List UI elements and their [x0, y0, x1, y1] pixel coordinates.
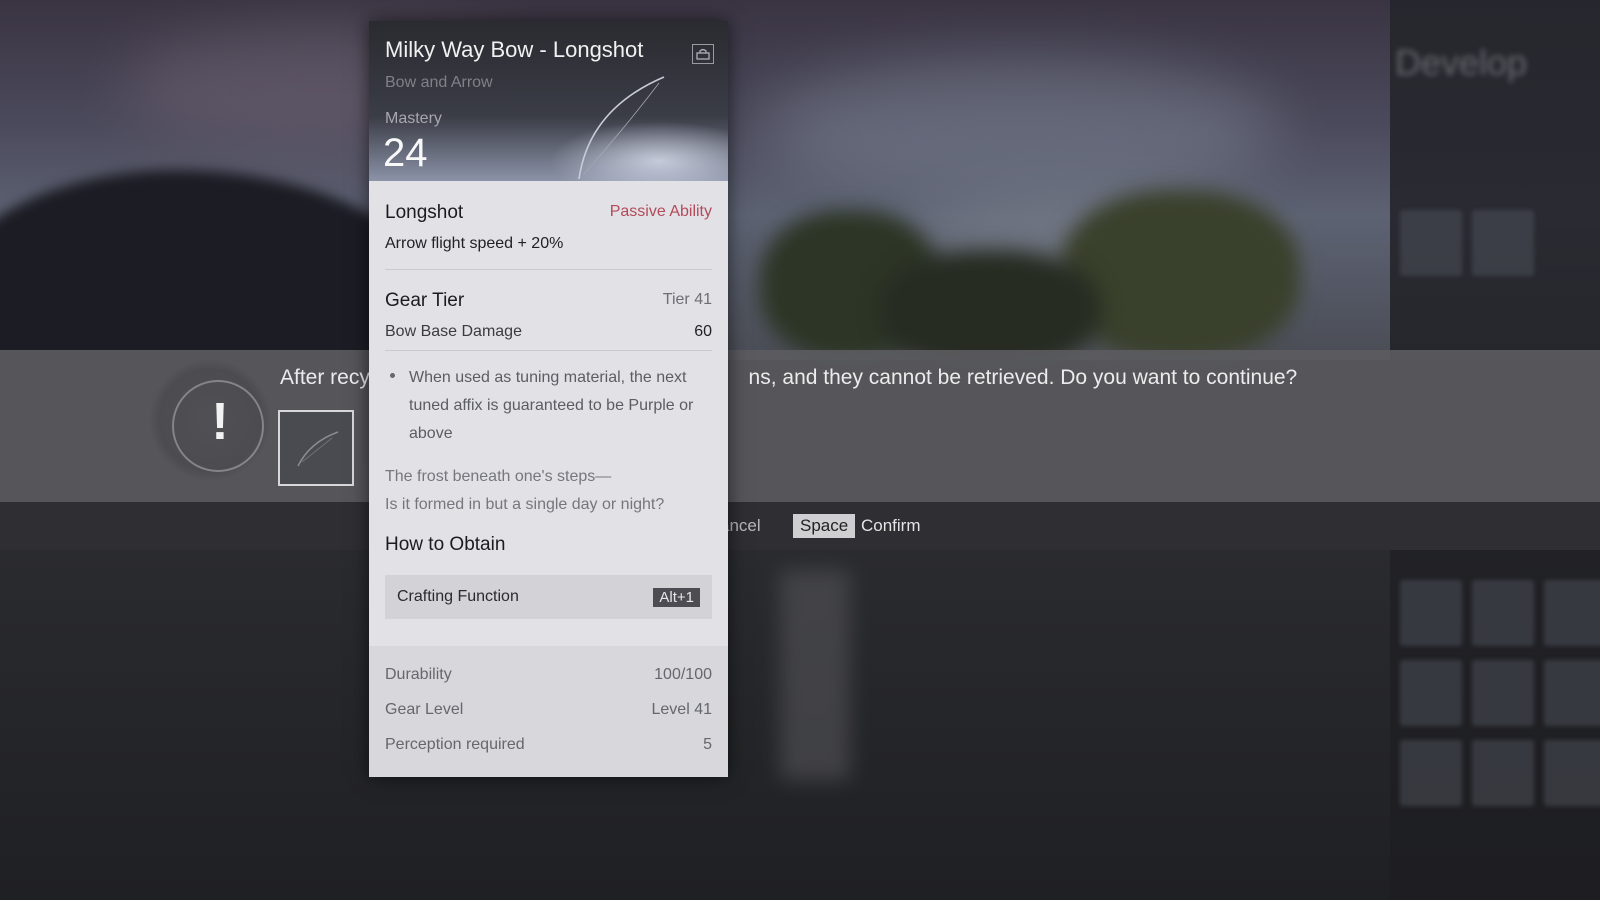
stat-value: Level 41 [651, 701, 713, 718]
bow-illustration-icon [578, 76, 665, 180]
tooltip-body: Longshot Passive Ability Arrow flight sp… [369, 181, 728, 777]
develop-title: Develop [1395, 42, 1528, 83]
base-damage-value: 60 [694, 323, 712, 340]
cloud [760, 60, 1280, 200]
passive-name: Longshot [385, 202, 464, 223]
hotkey-badge: Alt+1 [653, 587, 700, 607]
gear-tier-label: Gear Tier [385, 290, 465, 311]
mastery-label: Mastery [385, 110, 442, 127]
flavor-text-line-1: The frost beneath one's steps— [385, 468, 612, 485]
stat-row-gear-level: Gear Level Level 41 [385, 701, 712, 719]
stat-row-durability: Durability 100/100 [385, 666, 712, 684]
dialog-message-start: After recy [280, 366, 370, 389]
item-type: Bow and Arrow [385, 74, 493, 91]
trees [1060, 190, 1300, 360]
bullet-icon [390, 373, 395, 378]
how-to-obtain-title: How to Obtain [385, 534, 506, 555]
exclamation-icon: ! [211, 393, 229, 451]
divider [385, 269, 712, 270]
inventory-slot[interactable] [1472, 740, 1534, 806]
inventory-slot[interactable] [1544, 580, 1600, 646]
lock-icon[interactable] [692, 44, 714, 64]
mastery-value: 24 [383, 131, 428, 175]
stat-label: Gear Level [385, 701, 464, 718]
stat-row-perception: Perception required 5 [385, 736, 712, 754]
tooltip-header: Milky Way Bow - Longshot Bow and Arrow M… [369, 21, 728, 181]
inventory-slot[interactable] [1544, 660, 1600, 726]
stat-label: Durability [385, 666, 452, 683]
divider [385, 350, 712, 351]
passive-ability-tag: Passive Ability [609, 203, 712, 220]
flavor-text-line-2: Is it formed in but a single day or nigh… [385, 496, 665, 513]
inventory-slot[interactable] [1544, 740, 1600, 806]
inventory-slot[interactable] [1400, 210, 1462, 276]
item-tooltip: Milky Way Bow - Longshot Bow and Arrow M… [369, 21, 728, 777]
statue-silhouette [780, 570, 850, 780]
affix-note: When used as tuning material, the next t… [409, 369, 694, 442]
bow-thumbnail-icon [297, 431, 339, 467]
item-stats: Durability 100/100 Gear Level Level 41 P… [369, 646, 728, 777]
space-key-badge[interactable]: Space [793, 514, 856, 538]
inventory-slot[interactable] [1400, 580, 1462, 646]
obtain-source-crafting[interactable]: Crafting Function Alt+1 [385, 575, 712, 619]
obtain-source-label: Crafting Function [397, 588, 519, 605]
stat-value: 5 [703, 736, 712, 753]
passive-description: Arrow flight speed + 20% [385, 235, 564, 252]
stat-label: Perception required [385, 736, 525, 753]
stat-value: 100/100 [654, 666, 712, 683]
inventory-slot[interactable] [1472, 580, 1534, 646]
base-damage-label: Bow Base Damage [385, 323, 522, 340]
gear-tier-value: Tier 41 [662, 291, 712, 308]
item-thumbnail[interactable] [278, 410, 354, 486]
inventory-slot[interactable] [1400, 660, 1462, 726]
inventory-slot[interactable] [1472, 660, 1534, 726]
confirm-button[interactable]: Confirm [861, 516, 921, 536]
inventory-slot[interactable] [1400, 740, 1462, 806]
dialog-message-end: ns, and they cannot be retrieved. Do you… [748, 366, 1298, 389]
inventory-slot[interactable] [1472, 210, 1534, 276]
item-name: Milky Way Bow - Longshot [385, 37, 644, 62]
